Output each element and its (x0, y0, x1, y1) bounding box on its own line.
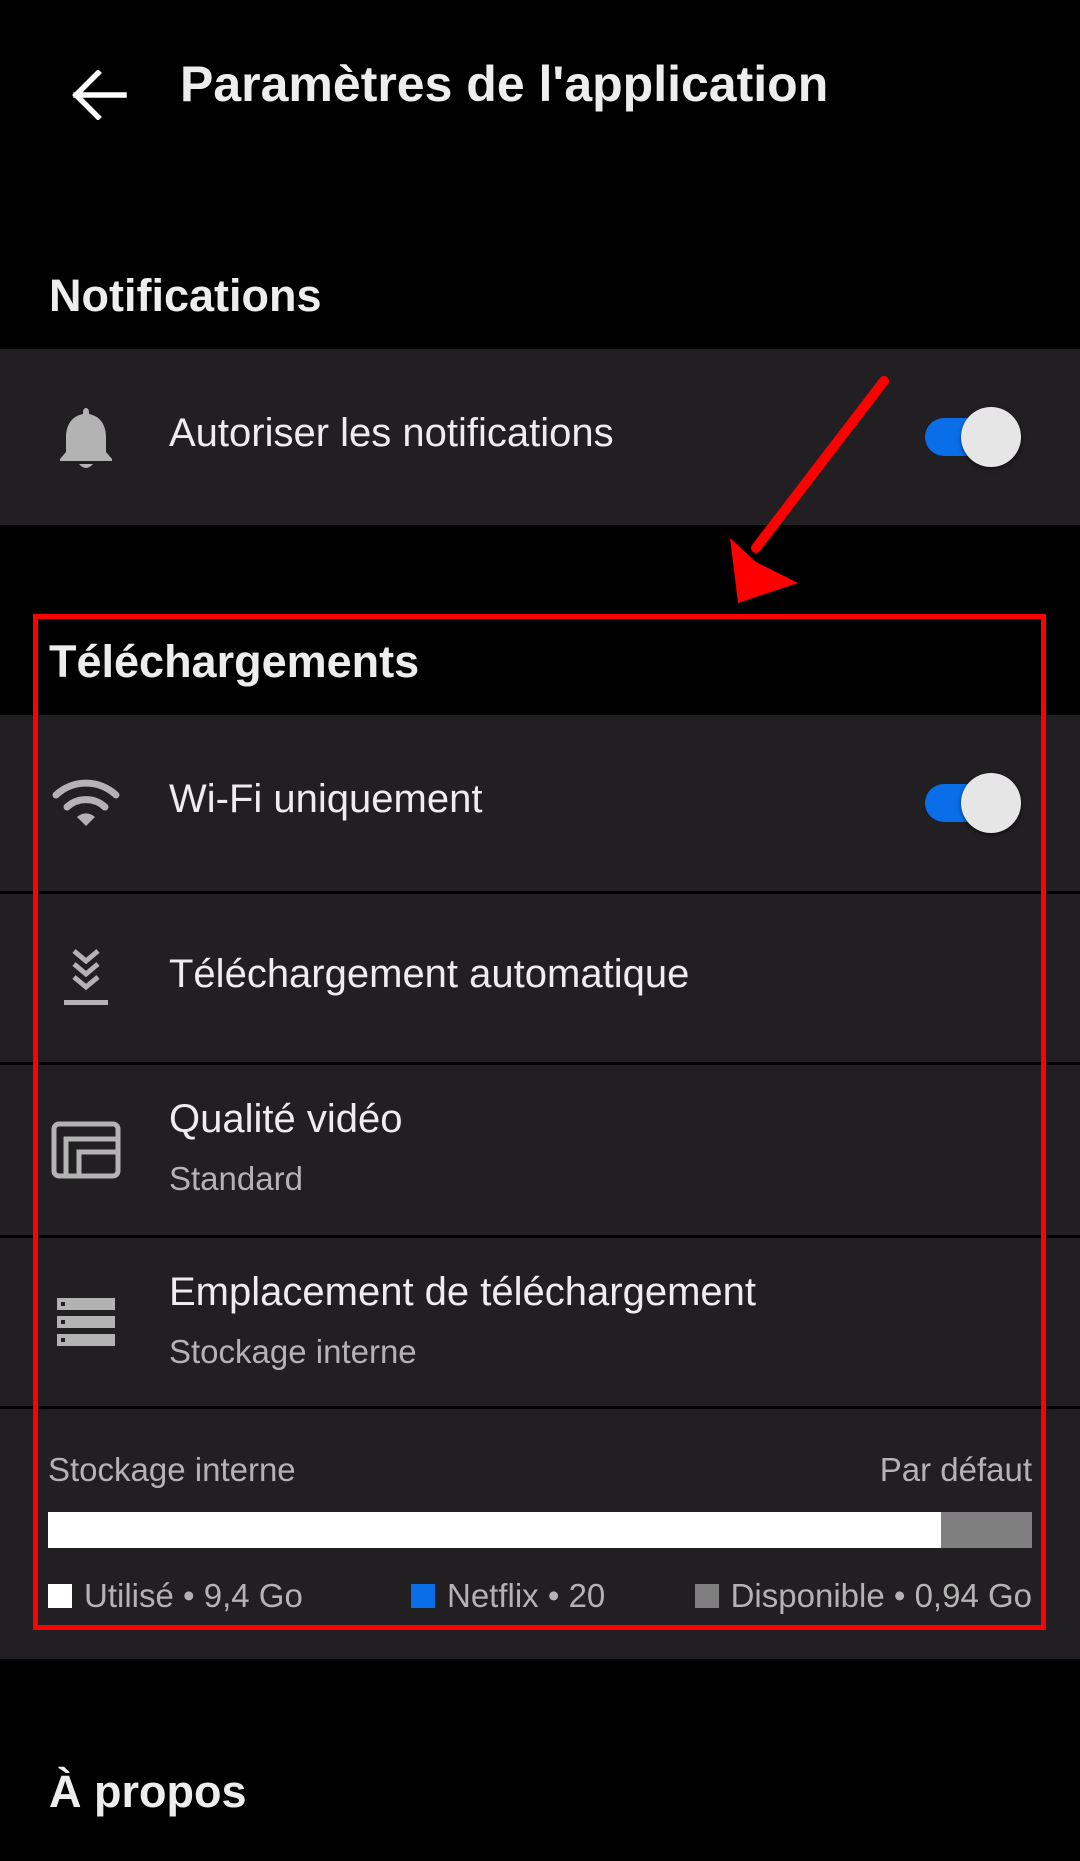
storage-name: Stockage interne (48, 1451, 296, 1488)
row-auto-download[interactable]: Téléchargement automatique (0, 894, 1080, 1062)
page-title: Paramètres de l'application (180, 56, 829, 112)
download-location-label: Emplacement de téléchargement (169, 1270, 756, 1314)
bell-icon (40, 391, 132, 483)
video-quality-icon (40, 1104, 132, 1196)
toggle-knob (961, 773, 1021, 833)
wifi-only-label: Wi-Fi uniquement (169, 777, 483, 821)
legend-available-swatch (694, 1584, 719, 1608)
section-title-downloads: Téléchargements (49, 636, 420, 687)
video-quality-label: Qualité vidéo (169, 1097, 403, 1141)
storage-indicator: Stockage interne Par défaut Utilisé • 9,… (0, 1409, 1080, 1659)
row-wifi-only[interactable]: Wi-Fi uniquement (0, 715, 1080, 891)
legend-used-text: Utilisé • 9,4 Go (84, 1577, 303, 1614)
storage-used-segment (48, 1512, 942, 1548)
legend-netflix-swatch (411, 1584, 435, 1608)
legend-used-swatch (48, 1584, 72, 1608)
row-download-location[interactable]: Emplacement de téléchargement Stockage i… (0, 1238, 1080, 1406)
wifi-only-toggle[interactable] (925, 773, 1021, 833)
legend-available: Disponible • 0,94 Go (694, 1577, 1032, 1615)
wifi-icon (40, 757, 132, 849)
section-title-about: À propos (49, 1766, 247, 1817)
row-allow-notifications[interactable]: Autoriser les notifications (0, 349, 1080, 525)
app-bar: Paramètres de l'application (0, 0, 1080, 180)
legend-available-text: Disponible • 0,94 Go (730, 1577, 1032, 1614)
storage-bar (48, 1512, 1032, 1548)
smart-download-icon (40, 932, 132, 1024)
legend-netflix: Netflix • 20 (411, 1577, 639, 1615)
auto-download-label: Téléchargement automatique (169, 952, 690, 996)
section-title-notifications: Notifications (49, 270, 322, 321)
storage-icon (40, 1276, 132, 1368)
toggle-knob (961, 407, 1021, 467)
legend-netflix-text: Netflix • 20 (447, 1577, 606, 1614)
arrow-left-icon (72, 70, 127, 120)
allow-notifications-toggle[interactable] (925, 407, 1021, 467)
download-location-value: Stockage interne (169, 1333, 417, 1370)
storage-default-label: Par défaut (879, 1451, 1032, 1488)
back-button[interactable] (60, 55, 140, 135)
legend-used: Utilisé • 9,4 Go (48, 1577, 303, 1615)
video-quality-value: Standard (169, 1160, 303, 1197)
row-video-quality[interactable]: Qualité vidéo Standard (0, 1065, 1080, 1235)
allow-notifications-label: Autoriser les notifications (169, 411, 614, 455)
